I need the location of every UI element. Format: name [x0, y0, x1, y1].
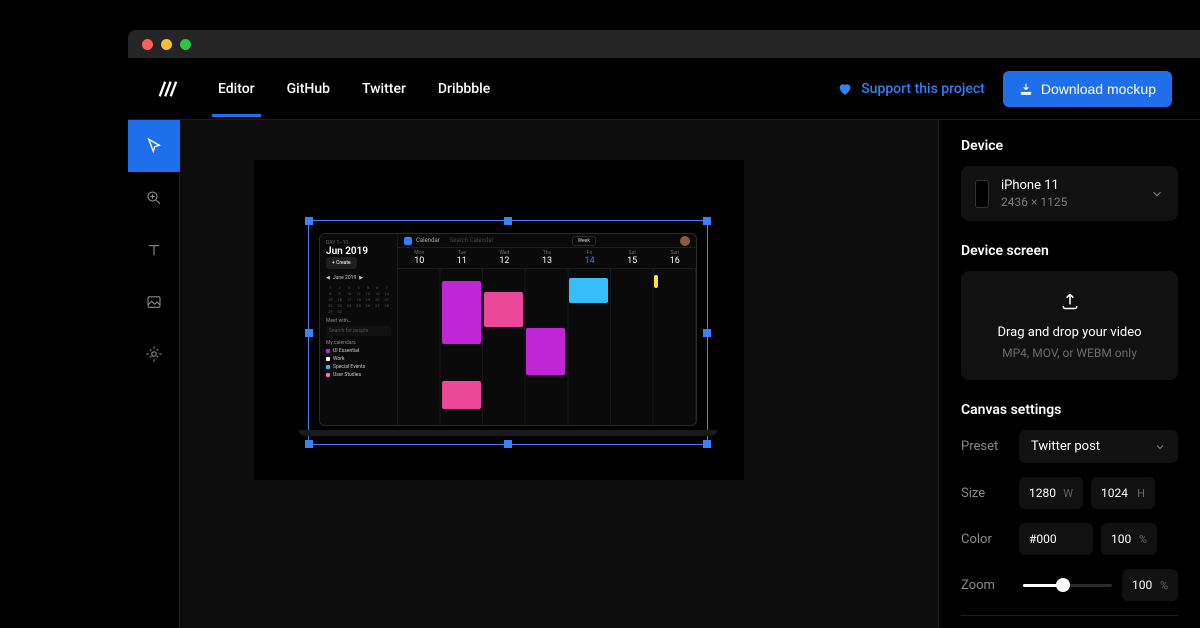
mini-calendar: 1234567 891011121314 15161718192021 2223…: [326, 285, 391, 314]
device-selector[interactable]: iPhone 11 2436 × 1125: [961, 166, 1178, 221]
main-nav: Editor GitHub Twitter Dribbble: [218, 61, 490, 117]
cal-month-title: Jun 2019: [326, 246, 391, 257]
width-input[interactable]: 1280W: [1019, 477, 1083, 509]
color-label: Color: [961, 532, 1019, 547]
opacity-input[interactable]: 100%: [1101, 523, 1157, 555]
resize-handle-tm[interactable]: [504, 217, 512, 225]
app-window: Editor GitHub Twitter Dribbble Support t…: [128, 30, 1200, 628]
nav-editor[interactable]: Editor: [218, 61, 255, 117]
resize-handle-br[interactable]: [703, 440, 711, 448]
tool-zoom[interactable]: [128, 172, 180, 224]
device-thumb-icon: [975, 180, 989, 208]
screen-section-title: Device screen: [961, 243, 1178, 259]
device-section-title: Device: [961, 138, 1178, 154]
divider: [961, 615, 1178, 616]
tool-select[interactable]: [128, 120, 180, 172]
zoom-label: Zoom: [961, 578, 1019, 593]
height-input[interactable]: 1024H: [1091, 477, 1155, 509]
window-close-button[interactable]: [142, 39, 153, 50]
app-logo-icon: [156, 78, 178, 100]
device-name: iPhone 11: [1001, 178, 1067, 193]
selection-frame[interactable]: DAY 1–10 Jun 2019 + Create ◀June 2019▶ 1…: [308, 220, 708, 445]
download-button[interactable]: Download mockup: [1003, 71, 1172, 107]
text-icon: [145, 241, 163, 259]
upload-icon: [1060, 291, 1080, 311]
preset-label: Preset: [961, 439, 1019, 454]
chevron-down-icon: [1154, 441, 1166, 453]
download-label: Download mockup: [1041, 81, 1156, 97]
resize-handle-mr[interactable]: [703, 329, 711, 337]
chevron-down-icon: [1150, 187, 1164, 201]
gear-icon: [145, 345, 163, 363]
tool-image[interactable]: [128, 276, 180, 328]
resize-handle-tr[interactable]: [703, 217, 711, 225]
download-icon: [1019, 82, 1033, 96]
properties-panel: Device iPhone 11 2436 × 1125 Device scre…: [938, 120, 1200, 628]
left-toolbar: [128, 120, 180, 628]
image-icon: [145, 293, 163, 311]
zoom-slider[interactable]: [1023, 584, 1112, 587]
preset-value: Twitter post: [1031, 439, 1100, 454]
drop-subtext: MP4, MOV, or WEBM only: [973, 346, 1166, 360]
support-link[interactable]: Support this project: [837, 81, 985, 97]
nav-twitter[interactable]: Twitter: [362, 61, 406, 117]
canvas-area[interactable]: DAY 1–10 Jun 2019 + Create ◀June 2019▶ 1…: [180, 120, 938, 628]
cal-create-button: + Create: [326, 257, 357, 269]
calendar-day-headers: Mon10 Tue11 Wed12 Thu13 Fri14 Sat15 Sun1…: [398, 248, 696, 269]
laptop-base: [299, 430, 717, 436]
avatar: [680, 236, 690, 246]
canvas-section-title: Canvas settings: [961, 402, 1178, 418]
cursor-icon: [145, 137, 163, 155]
window-zoom-button[interactable]: [180, 39, 191, 50]
device-dimensions: 2436 × 1125: [1001, 195, 1067, 209]
support-label: Support this project: [861, 81, 985, 97]
heart-icon: [837, 81, 853, 97]
tool-settings[interactable]: [128, 328, 180, 380]
nav-github[interactable]: GitHub: [287, 61, 330, 117]
laptop-mockup[interactable]: DAY 1–10 Jun 2019 + Create ◀June 2019▶ 1…: [319, 233, 697, 426]
nav-dribbble[interactable]: Dribbble: [438, 61, 490, 117]
resize-handle-tl[interactable]: [305, 217, 313, 225]
slider-thumb[interactable]: [1056, 578, 1070, 592]
preset-select[interactable]: Twitter post: [1019, 430, 1178, 463]
drop-text: Drag and drop your video: [973, 325, 1166, 340]
titlebar: [128, 30, 1200, 58]
header: Editor GitHub Twitter Dribbble Support t…: [128, 58, 1200, 120]
mockup-screen-content: DAY 1–10 Jun 2019 + Create ◀June 2019▶ 1…: [320, 234, 696, 425]
zoom-in-icon: [145, 189, 163, 207]
size-label: Size: [961, 486, 1019, 501]
resize-handle-bm[interactable]: [504, 440, 512, 448]
resize-handle-bl[interactable]: [305, 440, 313, 448]
zoom-input[interactable]: 100%: [1122, 569, 1178, 601]
video-drop-zone[interactable]: Drag and drop your video MP4, MOV, or WE…: [961, 271, 1178, 380]
color-input[interactable]: #000: [1019, 523, 1093, 555]
resize-handle-ml[interactable]: [305, 329, 313, 337]
window-minimize-button[interactable]: [161, 39, 172, 50]
calendar-grid: [398, 269, 696, 425]
tool-text[interactable]: [128, 224, 180, 276]
